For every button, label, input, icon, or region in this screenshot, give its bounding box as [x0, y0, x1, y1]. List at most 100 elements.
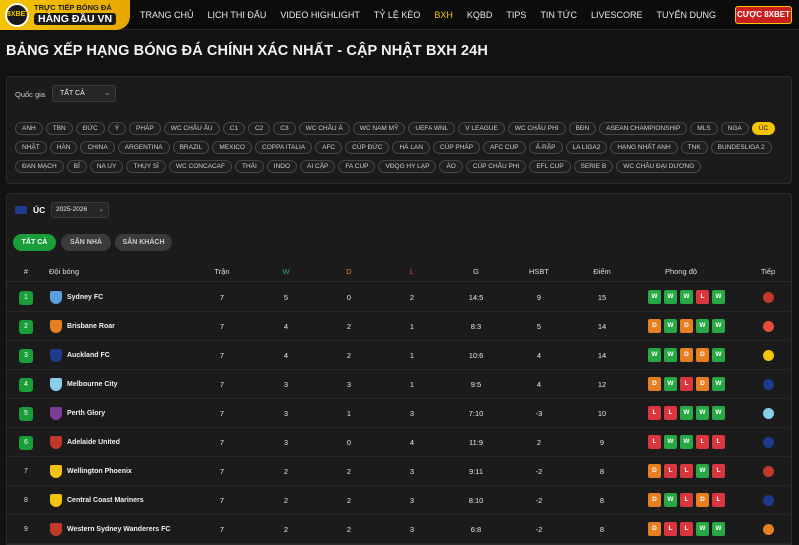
team-name[interactable]: Perth Glory	[67, 399, 105, 428]
team-name[interactable]: Melbourne City	[67, 370, 118, 399]
team-name[interactable]: Western Sydney Wanderers FC	[67, 515, 170, 544]
league-chip[interactable]: AFC	[315, 141, 343, 154]
form-result-badge[interactable]: D	[648, 493, 661, 507]
league-chip[interactable]: NHẬT	[15, 141, 47, 154]
tab-home[interactable]: SÂN NHÀ	[61, 234, 111, 251]
form-result-badge[interactable]: W	[664, 290, 677, 304]
nav-item[interactable]: LỊCH THI ĐẤU	[208, 0, 267, 30]
league-chip[interactable]: CHINA	[80, 141, 115, 154]
league-chip[interactable]: NGA	[720, 122, 749, 135]
form-result-badge[interactable]: L	[664, 522, 677, 536]
nav-item[interactable]: BXH	[434, 0, 453, 30]
table-row[interactable]: 6 Adelaide United 7 3 0 4 11:9 2 9 L W W L L	[7, 428, 791, 457]
form-result-badge[interactable]: L	[712, 464, 725, 478]
bet-cta-button[interactable]: CƯỢC 8XBET	[735, 6, 792, 24]
form-result-badge[interactable]: L	[680, 522, 693, 536]
tab-all[interactable]: TẤT CẢ	[13, 234, 56, 251]
nav-item[interactable]: TUYỂN DỤNG	[657, 0, 717, 30]
team-name[interactable]: Wellington Phoenix	[67, 457, 132, 486]
league-chip[interactable]: Ý	[107, 122, 127, 135]
league-chip[interactable]: AFC CUP	[483, 141, 526, 154]
next-opponent-crest-icon[interactable]	[763, 524, 774, 535]
league-chip[interactable]: BRAZIL	[172, 141, 210, 154]
nav-item[interactable]: TIN TỨC	[540, 0, 577, 30]
form-result-badge[interactable]: W	[648, 290, 661, 304]
league-chip[interactable]: C1	[222, 122, 245, 135]
league-chip[interactable]: WC CHÂU ÂU	[163, 122, 220, 135]
form-result-badge[interactable]: D	[648, 522, 661, 536]
league-chip[interactable]: BUNDESLIGA 2	[710, 141, 772, 154]
league-chip[interactable]: ĐAN MẠCH	[15, 160, 64, 173]
league-chip[interactable]: ÚC	[751, 122, 776, 135]
team-name[interactable]: Central Coast Mariners	[67, 486, 144, 515]
form-result-badge[interactable]: W	[664, 435, 677, 449]
league-chip[interactable]: WC CONCACAF	[168, 160, 232, 173]
form-result-badge[interactable]: W	[664, 348, 677, 362]
league-chip[interactable]: PHÁP	[129, 122, 161, 135]
form-result-badge[interactable]: L	[680, 464, 693, 478]
table-row[interactable]: 2 Brisbane Roar 7 4 2 1 8:3 5 14 D W D W W	[7, 312, 791, 341]
form-result-badge[interactable]: W	[712, 522, 725, 536]
site-logo[interactable]: 8XBET TRỰC TIẾP BÓNG ĐÁ HÀNG ĐẦU VN	[0, 0, 130, 30]
league-chip[interactable]: HÀN	[49, 141, 78, 154]
league-chip[interactable]: Ả-RẬP	[528, 141, 563, 154]
league-chip[interactable]: LA LIGA2	[565, 141, 608, 154]
form-result-badge[interactable]: L	[664, 406, 677, 420]
form-result-badge[interactable]: L	[664, 464, 677, 478]
league-chip[interactable]: EFL CUP	[529, 160, 571, 173]
nav-item[interactable]: VIDEO HIGHLIGHT	[280, 0, 360, 30]
form-result-badge[interactable]: L	[712, 493, 725, 507]
league-chip[interactable]: ĐỨC	[75, 122, 105, 135]
form-result-badge[interactable]: D	[680, 348, 693, 362]
form-result-badge[interactable]: W	[696, 319, 709, 333]
league-chip[interactable]: ÁO	[439, 160, 463, 173]
league-chip[interactable]: HẠNG NHẤT ANH	[610, 141, 678, 154]
form-result-badge[interactable]: W	[696, 522, 709, 536]
league-chip[interactable]: SERIE B	[573, 160, 614, 173]
form-result-badge[interactable]: W	[664, 377, 677, 391]
league-chip[interactable]: INDO	[266, 160, 298, 173]
form-result-badge[interactable]: W	[712, 290, 725, 304]
league-chip[interactable]: ARGENTINA	[117, 141, 170, 154]
form-result-badge[interactable]: L	[680, 493, 693, 507]
league-chip[interactable]: MEXICO	[212, 141, 253, 154]
form-result-badge[interactable]: L	[712, 435, 725, 449]
form-result-badge[interactable]: W	[648, 348, 661, 362]
table-row[interactable]: 5 Perth Glory 7 3 1 3 7:10 -3 10 L L W W W	[7, 399, 791, 428]
league-chip[interactable]: TNK	[680, 141, 708, 154]
table-row[interactable]: 8 Central Coast Mariners 7 2 2 3 8:10 -2 8 D W L D L	[7, 486, 791, 515]
form-result-badge[interactable]: D	[680, 319, 693, 333]
league-chip[interactable]: UEFA WNL	[408, 122, 456, 135]
next-opponent-crest-icon[interactable]	[763, 379, 774, 390]
form-result-badge[interactable]: W	[664, 319, 677, 333]
form-result-badge[interactable]: L	[648, 406, 661, 420]
league-chip[interactable]: WC CHÂU PHI	[507, 122, 566, 135]
form-result-badge[interactable]: D	[648, 377, 661, 391]
table-row[interactable]: 7 Wellington Phoenix 7 2 2 3 9:11 -2 8 D L L W L	[7, 457, 791, 486]
nav-item[interactable]: TỶ LỆ KÈO	[374, 0, 421, 30]
league-chip[interactable]: CÚP ĐỨC	[345, 141, 390, 154]
league-chip[interactable]: VĐQG HY LẠP	[378, 160, 437, 173]
form-result-badge[interactable]: D	[648, 464, 661, 478]
table-row[interactable]: 4 Melbourne City 7 3 3 1 9:5 4 12 D W L D W	[7, 370, 791, 399]
team-name[interactable]: Brisbane Roar	[67, 312, 115, 341]
form-result-badge[interactable]: W	[712, 406, 725, 420]
league-chip[interactable]: V LEAGUE	[458, 122, 505, 135]
form-result-badge[interactable]: D	[696, 348, 709, 362]
table-row[interactable]: 1 Sydney FC 7 5 0 2 14:5 9 15 W W W L W	[7, 283, 791, 312]
form-result-badge[interactable]: W	[712, 377, 725, 391]
league-chip[interactable]: CÚP CHÂU PHI	[465, 160, 527, 173]
form-result-badge[interactable]: W	[664, 493, 677, 507]
form-result-badge[interactable]: L	[696, 435, 709, 449]
team-name[interactable]: Adelaide United	[67, 428, 120, 457]
form-result-badge[interactable]: W	[712, 348, 725, 362]
table-row[interactable]: 9 Western Sydney Wanderers FC 7 2 2 3 6:8 -2 8 D L…	[7, 515, 791, 544]
league-chip[interactable]: AI CẬP	[300, 160, 336, 173]
tab-away[interactable]: SÂN KHÁCH	[115, 234, 172, 251]
team-name[interactable]: Auckland FC	[67, 341, 110, 370]
form-result-badge[interactable]: L	[696, 290, 709, 304]
league-chip[interactable]: C3	[273, 122, 296, 135]
next-opponent-crest-icon[interactable]	[763, 466, 774, 477]
form-result-badge[interactable]: D	[696, 493, 709, 507]
league-chip[interactable]: FA CUP	[338, 160, 376, 173]
